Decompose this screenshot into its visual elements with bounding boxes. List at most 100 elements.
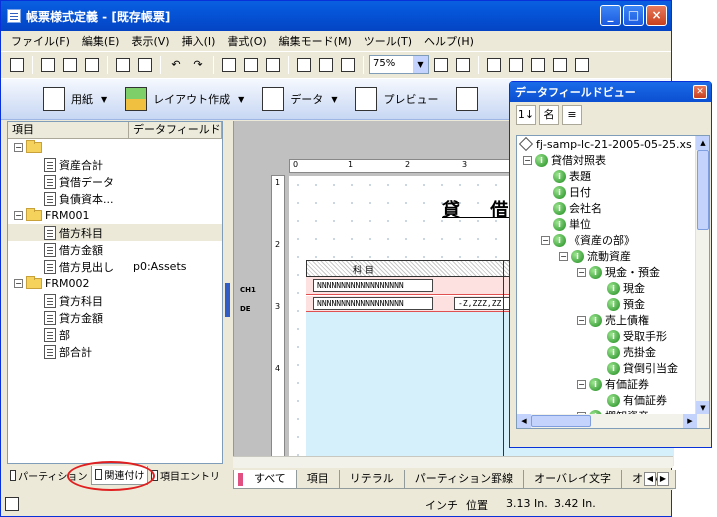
minimize-button[interactable]: _	[600, 5, 621, 26]
df-tree-node[interactable]: − i 有価証券	[517, 376, 709, 392]
collapse-icon[interactable]: −	[577, 267, 586, 277]
df-tree-node[interactable]: i 預金	[517, 296, 709, 312]
df-tree-node[interactable]: i 表題	[517, 168, 709, 184]
collapse-icon[interactable]: −	[14, 211, 23, 220]
tree-item-node[interactable]: 貸方科目	[8, 292, 222, 309]
collapse-icon[interactable]: −	[523, 155, 532, 165]
close-icon[interactable]: ✕	[693, 85, 707, 99]
print-icon[interactable]	[113, 55, 133, 75]
zoom-select[interactable]: 75% ▼	[369, 55, 429, 74]
collapse-icon[interactable]: −	[577, 315, 586, 325]
document-icon[interactable]	[528, 55, 548, 75]
collapse-icon[interactable]: −	[559, 251, 568, 261]
df-vertical-scrollbar[interactable]: ▲ ▼	[695, 136, 709, 415]
menu-format[interactable]: 書式(O)	[221, 33, 272, 49]
menu-edit[interactable]: 編集(E)	[76, 33, 126, 49]
df-tree-node[interactable]: − i 売上債権	[517, 312, 709, 328]
menu-view[interactable]: 表示(V)	[125, 33, 175, 49]
column-header-item[interactable]: 項目	[8, 122, 129, 138]
panel-icon[interactable]	[338, 55, 358, 75]
page-icon[interactable]	[82, 55, 102, 75]
menu-edit-mode[interactable]: 編集モード(M)	[273, 33, 358, 49]
horizontal-scrollbar[interactable]	[233, 456, 673, 468]
tree-folder-node[interactable]: − FRM002	[8, 275, 222, 292]
tree-item-node[interactable]: 部	[8, 326, 222, 343]
delete-icon[interactable]	[241, 55, 261, 75]
menu-file[interactable]: ファイル(F)	[5, 33, 76, 49]
sort-name-button[interactable]: 名	[539, 105, 559, 125]
splitter-handle[interactable]	[225, 283, 230, 317]
window-icon[interactable]	[316, 55, 336, 75]
df-title-bar[interactable]: データフィールドビュー ✕	[510, 82, 711, 102]
redo-icon[interactable]: ↷	[188, 55, 208, 75]
df-tree-node[interactable]: fj-samp-lc-21-2005-05-25.xs	[517, 136, 709, 152]
zoom-out-icon[interactable]	[453, 55, 473, 75]
menu-tools[interactable]: ツール(T)	[358, 33, 418, 49]
menu-insert[interactable]: 挿入(I)	[176, 33, 222, 49]
tree-item-node[interactable]: 貸方金額	[8, 309, 222, 326]
tree-folder-node[interactable]: − FRM001	[8, 207, 222, 224]
df-tree-node[interactable]: i 会社名	[517, 200, 709, 216]
tab-next-icon[interactable]: ▶	[657, 472, 669, 486]
save-icon[interactable]	[7, 55, 27, 75]
edit-icon[interactable]	[38, 55, 58, 75]
df-tree-node[interactable]: i 有価証券	[517, 392, 709, 408]
preview-button[interactable]: プレビュー	[355, 87, 438, 111]
chevron-down-icon[interactable]: ▼	[413, 56, 428, 73]
field-ch1[interactable]: NNNNNNNNNNNNNNNNNN	[313, 279, 433, 292]
tab-items[interactable]: 項目	[295, 470, 340, 489]
zoom-in-icon[interactable]	[431, 55, 451, 75]
tree-item-node[interactable]: 借方科目	[8, 224, 222, 241]
export-button[interactable]	[456, 87, 479, 111]
df-tree-node[interactable]: − i 貸借対照表	[517, 152, 709, 168]
df-tree-node[interactable]: i 受取手形	[517, 328, 709, 344]
undo-icon[interactable]: ↶	[166, 55, 186, 75]
maximize-button[interactable]: □	[623, 5, 644, 26]
tree-item-node[interactable]: 貸借データ	[8, 173, 222, 190]
tab-item-entry[interactable]: 項目エントリ	[148, 466, 223, 485]
df-tree-node[interactable]: − i 流動資産	[517, 248, 709, 264]
tree-item-node[interactable]: 借方見出し p0:Assets	[8, 258, 222, 275]
collapse-icon[interactable]: −	[14, 279, 23, 288]
tab-all[interactable]: すべて	[233, 470, 297, 489]
menu-help[interactable]: ヘルプ(H)	[418, 33, 480, 49]
scroll-right-icon[interactable]: ▶	[683, 414, 697, 428]
collapse-icon[interactable]: −	[14, 143, 23, 152]
tree-item-node[interactable]: 負債資本...	[8, 190, 222, 207]
scroll-down-icon[interactable]: ▼	[696, 401, 709, 415]
tab-overlay-text[interactable]: オーバレイ文字	[523, 470, 623, 489]
title-bar[interactable]: 帳票様式定義 - [既存帳票] _ □ ×	[1, 1, 671, 31]
print-preview-icon[interactable]	[135, 55, 155, 75]
tree-item-node[interactable]: 部合計	[8, 343, 222, 360]
tab-partition-rule[interactable]: パーティション罫線	[403, 470, 525, 489]
scroll-up-icon[interactable]: ▲	[696, 136, 709, 150]
clipboard-icon[interactable]	[60, 55, 80, 75]
df-tree-node[interactable]: i 貸倒引当金	[517, 360, 709, 376]
field-de[interactable]: NNNNNNNNNNNNNNNNNN	[313, 297, 433, 310]
tree-item-node[interactable]: 資産合計	[8, 156, 222, 173]
list-icon[interactable]	[506, 55, 526, 75]
collapse-icon[interactable]: −	[541, 235, 550, 245]
tab-prev-icon[interactable]: ◀	[644, 472, 656, 486]
frame-icon[interactable]	[294, 55, 314, 75]
df-tree-node[interactable]: − i 現金・預金	[517, 264, 709, 280]
cut-icon[interactable]	[219, 55, 239, 75]
sort-order-button[interactable]: 1↓	[516, 105, 536, 125]
column-header-datafield[interactable]: データフィールド	[129, 122, 222, 138]
collapse-icon[interactable]: −	[577, 379, 586, 389]
close-button[interactable]: ×	[646, 5, 667, 26]
df-tree-node[interactable]: i 日付	[517, 184, 709, 200]
tab-literal[interactable]: リテラル	[338, 470, 405, 489]
paper-button[interactable]: 用紙 ▼	[43, 87, 107, 111]
grid-icon[interactable]	[484, 55, 504, 75]
tree-folder-node[interactable]: −	[8, 139, 222, 156]
scroll-left-icon[interactable]: ◀	[517, 414, 531, 428]
copy-icon[interactable]	[572, 55, 592, 75]
df-horizontal-scrollbar[interactable]: ◀ ▶	[517, 414, 709, 428]
df-tree-node[interactable]: i 売掛金	[517, 344, 709, 360]
data-button[interactable]: データ ▼	[262, 87, 337, 111]
tree-item-node[interactable]: 借方金額	[8, 241, 222, 258]
df-tree-node[interactable]: i 単位	[517, 216, 709, 232]
calendar-icon[interactable]	[263, 55, 283, 75]
table-icon[interactable]	[550, 55, 570, 75]
